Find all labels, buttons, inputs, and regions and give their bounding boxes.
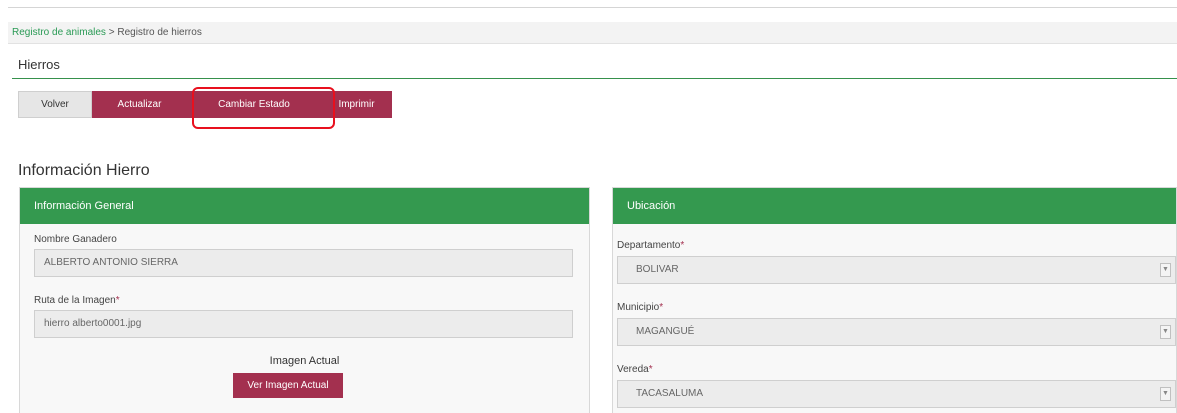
municipality-select[interactable]: MAGANGUÉ ▼ <box>617 318 1176 346</box>
chevron-down-icon: ▼ <box>1160 325 1171 339</box>
breadcrumb-current: Registro de hierros <box>117 27 202 38</box>
chevron-down-icon: ▼ <box>1160 263 1171 277</box>
change-state-button[interactable]: Cambiar Estado <box>187 91 321 118</box>
required-mark: * <box>115 295 120 306</box>
breadcrumb: Registro de animales > Registro de hierr… <box>8 22 1177 44</box>
image-path-label-text: Ruta de la Imagen <box>34 295 116 306</box>
village-select[interactable]: TACASALUMA ▼ <box>617 380 1176 408</box>
back-button[interactable]: Volver <box>18 91 92 118</box>
village-label: Vereda* <box>617 364 653 375</box>
update-button[interactable]: Actualizar <box>92 91 187 118</box>
toolbar: Volver Actualizar Cambiar Estado Imprimi… <box>18 91 392 118</box>
village-label-text: Vereda <box>617 364 649 375</box>
department-label: Departamento* <box>617 240 684 251</box>
village-value: TACASALUMA <box>636 388 704 399</box>
department-value: BOLIVAR <box>636 264 679 275</box>
owner-field[interactable]: ALBERTO ANTONIO SIERRA <box>34 249 573 277</box>
location-panel: Ubicación Departamento* BOLIVAR ▼ Munici… <box>612 187 1177 413</box>
department-label-text: Departamento <box>617 240 681 251</box>
image-path-label: Ruta de la Imagen* <box>34 295 120 306</box>
breadcrumb-separator: > <box>108 27 115 38</box>
section-title: Información Hierro <box>18 162 150 179</box>
chevron-down-icon: ▼ <box>1160 387 1171 401</box>
general-info-panel: Información General Nombre Ganadero ALBE… <box>19 187 590 413</box>
location-body: Departamento* BOLIVAR ▼ Municipio* MAGAN… <box>613 224 1176 413</box>
municipality-label: Municipio* <box>617 302 663 313</box>
print-button[interactable]: Imprimir <box>321 91 392 118</box>
top-border <box>8 7 1177 8</box>
location-header: Ubicación <box>613 188 1176 224</box>
department-select[interactable]: BOLIVAR ▼ <box>617 256 1176 284</box>
municipality-label-text: Municipio <box>617 302 660 313</box>
required-mark: * <box>659 302 664 313</box>
page-title: Hierros <box>18 57 60 72</box>
required-mark: * <box>648 364 653 375</box>
current-image-caption: Imagen Actual <box>269 355 340 367</box>
general-info-header: Información General <box>20 188 589 224</box>
required-mark: * <box>680 240 685 251</box>
title-divider <box>12 78 1177 79</box>
municipality-value: MAGANGUÉ <box>636 326 695 337</box>
breadcrumb-link-animals[interactable]: Registro de animales <box>12 27 106 38</box>
general-info-body: Nombre Ganadero ALBERTO ANTONIO SIERRA R… <box>20 224 589 413</box>
view-image-button[interactable]: Ver Imagen Actual <box>233 373 343 398</box>
owner-label: Nombre Ganadero <box>34 234 117 245</box>
image-path-field[interactable]: hierro alberto0001.jpg <box>34 310 573 338</box>
